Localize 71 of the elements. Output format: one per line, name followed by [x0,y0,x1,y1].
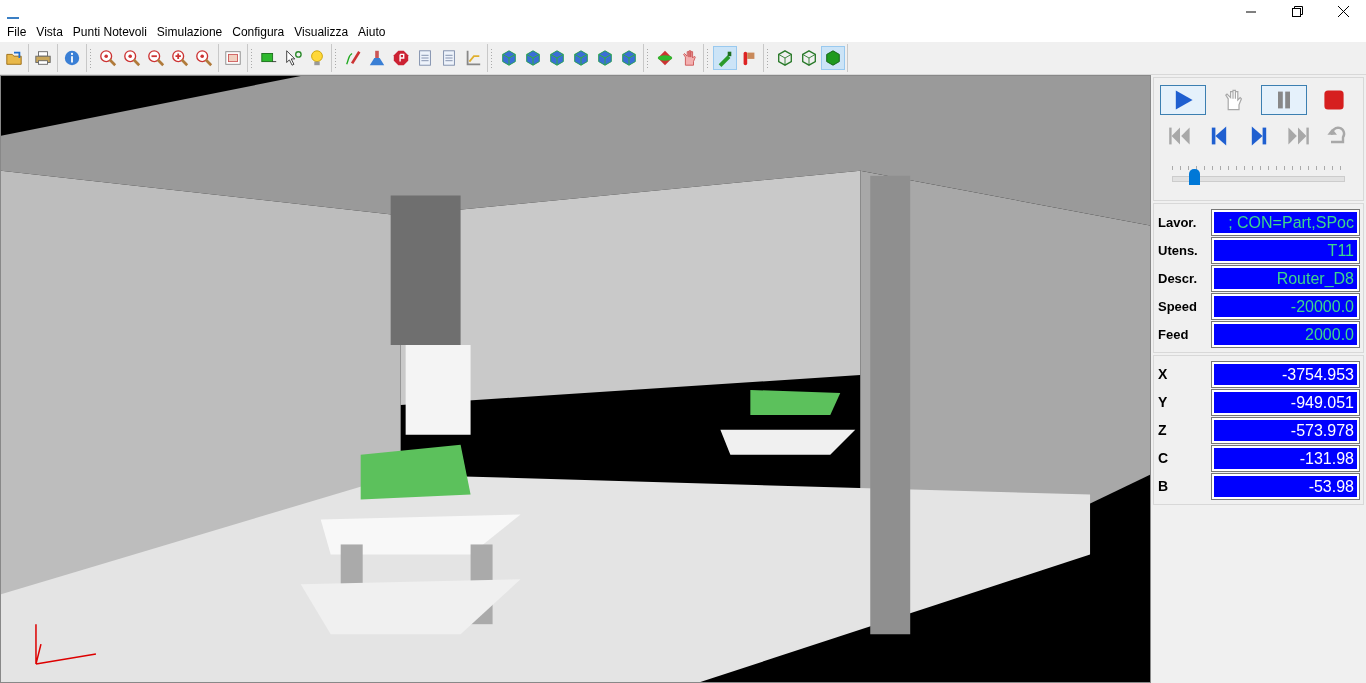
toolbar-grip[interactable] [766,48,770,68]
coordinate-display: -949.051 [1212,389,1359,415]
stop-icon [1322,88,1346,112]
document-icon [440,49,458,67]
menu-item[interactable]: Configura [227,25,290,39]
restore-icon [1291,5,1303,17]
cube-icon [500,49,518,67]
chart-icon [464,49,482,67]
magnifier-icon [195,49,213,67]
menu-item[interactable]: Visualizza [289,25,354,39]
value-display: T11 [1212,237,1359,263]
axis-label: B [1158,478,1170,494]
coordinate-display: -53.98 [1212,473,1359,499]
menu-item[interactable]: Simulazione [151,25,228,39]
coordinate-display: -3754.953 [1212,361,1359,387]
hand-icon [680,49,698,67]
tool-icon [368,49,386,67]
toolbar-grip[interactable] [250,48,254,68]
wireframe-cube-icon [776,49,794,67]
coordinate-display: -131.98 [1212,445,1359,471]
menu-item[interactable]: Aiuto [353,25,391,39]
field-label: Utens. [1158,242,1199,258]
frame-icon [224,49,242,67]
toolbar-grip[interactable] [334,48,338,68]
light-bulb-icon [308,49,326,67]
axis-label: Y [1158,394,1169,410]
value-display: 2000.0 [1212,321,1359,347]
stop-icon [392,49,410,67]
field-label: Feed [1158,326,1190,342]
field-label: Descr. [1158,270,1199,286]
cube-icon [548,49,566,67]
cube-icon [620,49,638,67]
value-display: ; CON=Part,SPoc [1212,209,1359,235]
cube-icon [572,49,590,67]
coordinate-display: -573.978 [1212,417,1359,443]
value-display: Router_D8 [1212,265,1359,291]
value-display: -20000.0 [1212,293,1359,319]
zoom-out-icon [147,49,165,67]
cursor-question-icon [284,49,302,67]
field-label: Speed [1158,298,1198,314]
wireframe-cube-icon [800,49,818,67]
slider-thumb[interactable] [1188,169,1200,185]
close-icon [1337,5,1349,17]
axis-label: C [1158,450,1170,466]
field-label: Lavor. [1158,214,1198,230]
magnifier-icon [123,49,141,67]
toolbar-grip[interactable] [89,48,93,68]
axis-icon [656,49,674,67]
toolbar-grip[interactable] [490,48,494,68]
path-icon [344,49,362,67]
info-icon [63,49,81,67]
toolbar-button[interactable] [821,46,845,70]
axis-label: X [1158,366,1169,382]
printer-icon [34,49,52,67]
solid-cube-icon [824,49,842,67]
document-icon [416,49,434,67]
toolbar-grip[interactable] [706,48,710,68]
axis-label: Z [1158,422,1168,438]
menu-item[interactable]: Punti Notevoli [67,25,152,39]
folder-icon [5,49,23,67]
zoom-in-icon [171,49,189,67]
magnifier-icon [99,49,117,67]
play-button[interactable] [1160,85,1206,115]
toolbar-button[interactable] [713,46,737,70]
cube-icon [596,49,614,67]
cube-icon [524,49,542,67]
toolbar-grip[interactable] [646,48,650,68]
menu-item[interactable]: File [2,25,32,39]
end-mill-icon [716,49,734,67]
menu-item[interactable]: Vista [31,25,68,39]
pause-button[interactable] [1260,85,1307,115]
